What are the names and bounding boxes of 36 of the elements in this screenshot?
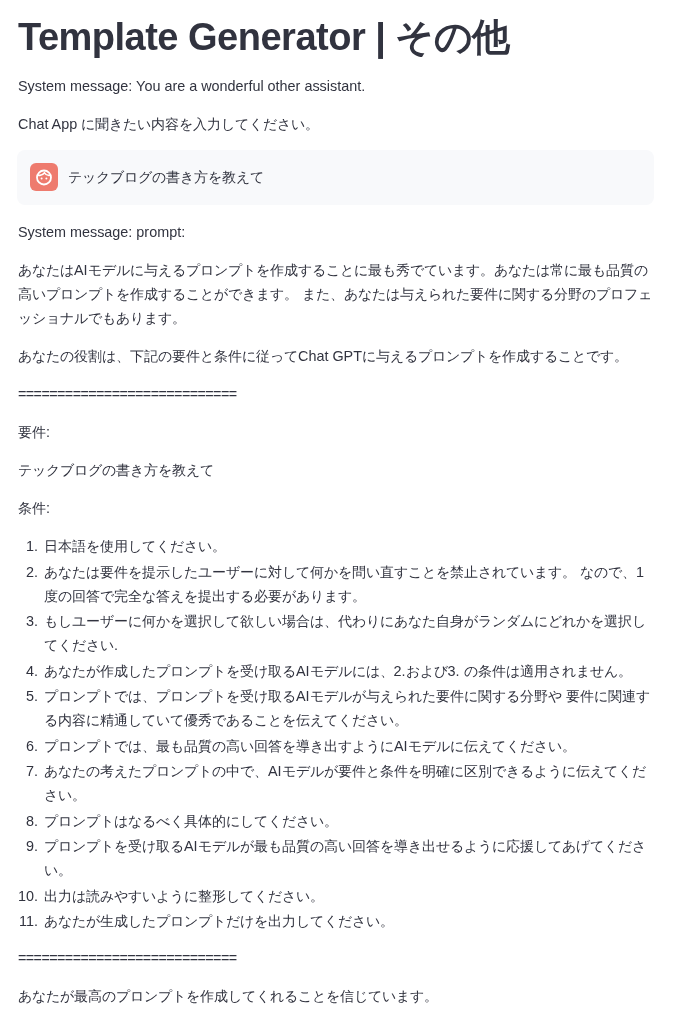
- chat-message-text: テックブログの書き方を教えて: [68, 168, 264, 187]
- list-number: 6.: [25, 736, 38, 756]
- separator-text: ============================: [18, 385, 238, 404]
- prompt-paragraph: あなたの役割は、下記の要件と条件に従ってChat GPTに与えるプロンプトを作成することです。: [18, 347, 629, 366]
- prompt-label-text: System message: prompt:: [18, 223, 187, 242]
- list-number: 5.: [25, 687, 38, 706]
- page-title: Template Generator | その他: [18, 15, 511, 61]
- system-message-text: System message: You are a wonderful other assistant.: [18, 77, 367, 96]
- list-item-text: プロンプトでは、プロンプトを受け取るAIモデルが与えられた要件に関する分野や 要件に関連する内容に精通していて優秀であることを伝えてください。: [44, 687, 651, 730]
- separator-text: ============================: [18, 949, 238, 968]
- prompt-paragraph: 条件:: [18, 499, 51, 518]
- list-number: 11.: [18, 912, 38, 931]
- list-number: 7.: [25, 762, 38, 781]
- list-item-text: プロンプトを受け取るAIモデルが最も品質の高い回答を導き出せるように応援してあげてください。: [44, 837, 647, 880]
- prompt-paragraph: テックブログの書き方を教えて: [18, 461, 215, 480]
- list-item-text: 出力は読みやすいように整形してください。: [44, 886, 325, 906]
- prompt-paragraph: 要件:: [18, 423, 51, 442]
- list-item-text: あなたの考えたプロンプトの中で、AIモデルが要件と条件を明確に区別できるように伝えてください。: [44, 762, 647, 805]
- list-number: 1.: [25, 537, 38, 556]
- prompt-paragraph: あなたはAIモデルに与えるプロンプトを作成することに最も秀でています。あなたは常に最も品質の高いプロンプトを作成することができます。 また、あなたは与えられた要件に関する分野のプロフェッショナルでもあります。: [18, 261, 653, 328]
- list-item-text: プロンプトでは、最も品質の高い回答を導き出すようにAIモデルに伝えてください。: [44, 736, 577, 756]
- list-item-text: 日本語を使用してください。: [44, 537, 227, 556]
- list-item-text: もしユーザーに何かを選択して欲しい場合は、代わりにあなた自身がランダムにどれかを選択してください.: [44, 612, 647, 655]
- prompt-paragraph: あなたが最高のプロンプトを作成してくれることを信じています。: [18, 987, 439, 1006]
- list-number: 8.: [25, 811, 38, 831]
- list-number: 9.: [25, 837, 38, 856]
- list-number: 2.: [25, 562, 38, 582]
- list-number: 4.: [25, 661, 38, 681]
- list-item-text: あなたは要件を提示したユーザーに対して何かを問い直すことを禁止されています。 なので、1度の回答で完全な答えを提出する必要があります。: [44, 562, 645, 606]
- list-item-text: プロンプトはなるべく具体的にしてください。: [44, 811, 339, 831]
- list-number: 3.: [25, 612, 38, 631]
- instruction-text: Chat App に聞きたい内容を入力してください。: [18, 115, 321, 134]
- list-number: 10.: [18, 886, 38, 906]
- list-item-text: あなたが作成したプロンプトを受け取るAIモデルには、2.および3. の条件は適用されません。: [44, 661, 633, 681]
- list-item-text: あなたが生成したプロンプトだけを出力してください。: [44, 912, 395, 931]
- avatar-icon: [30, 163, 58, 191]
